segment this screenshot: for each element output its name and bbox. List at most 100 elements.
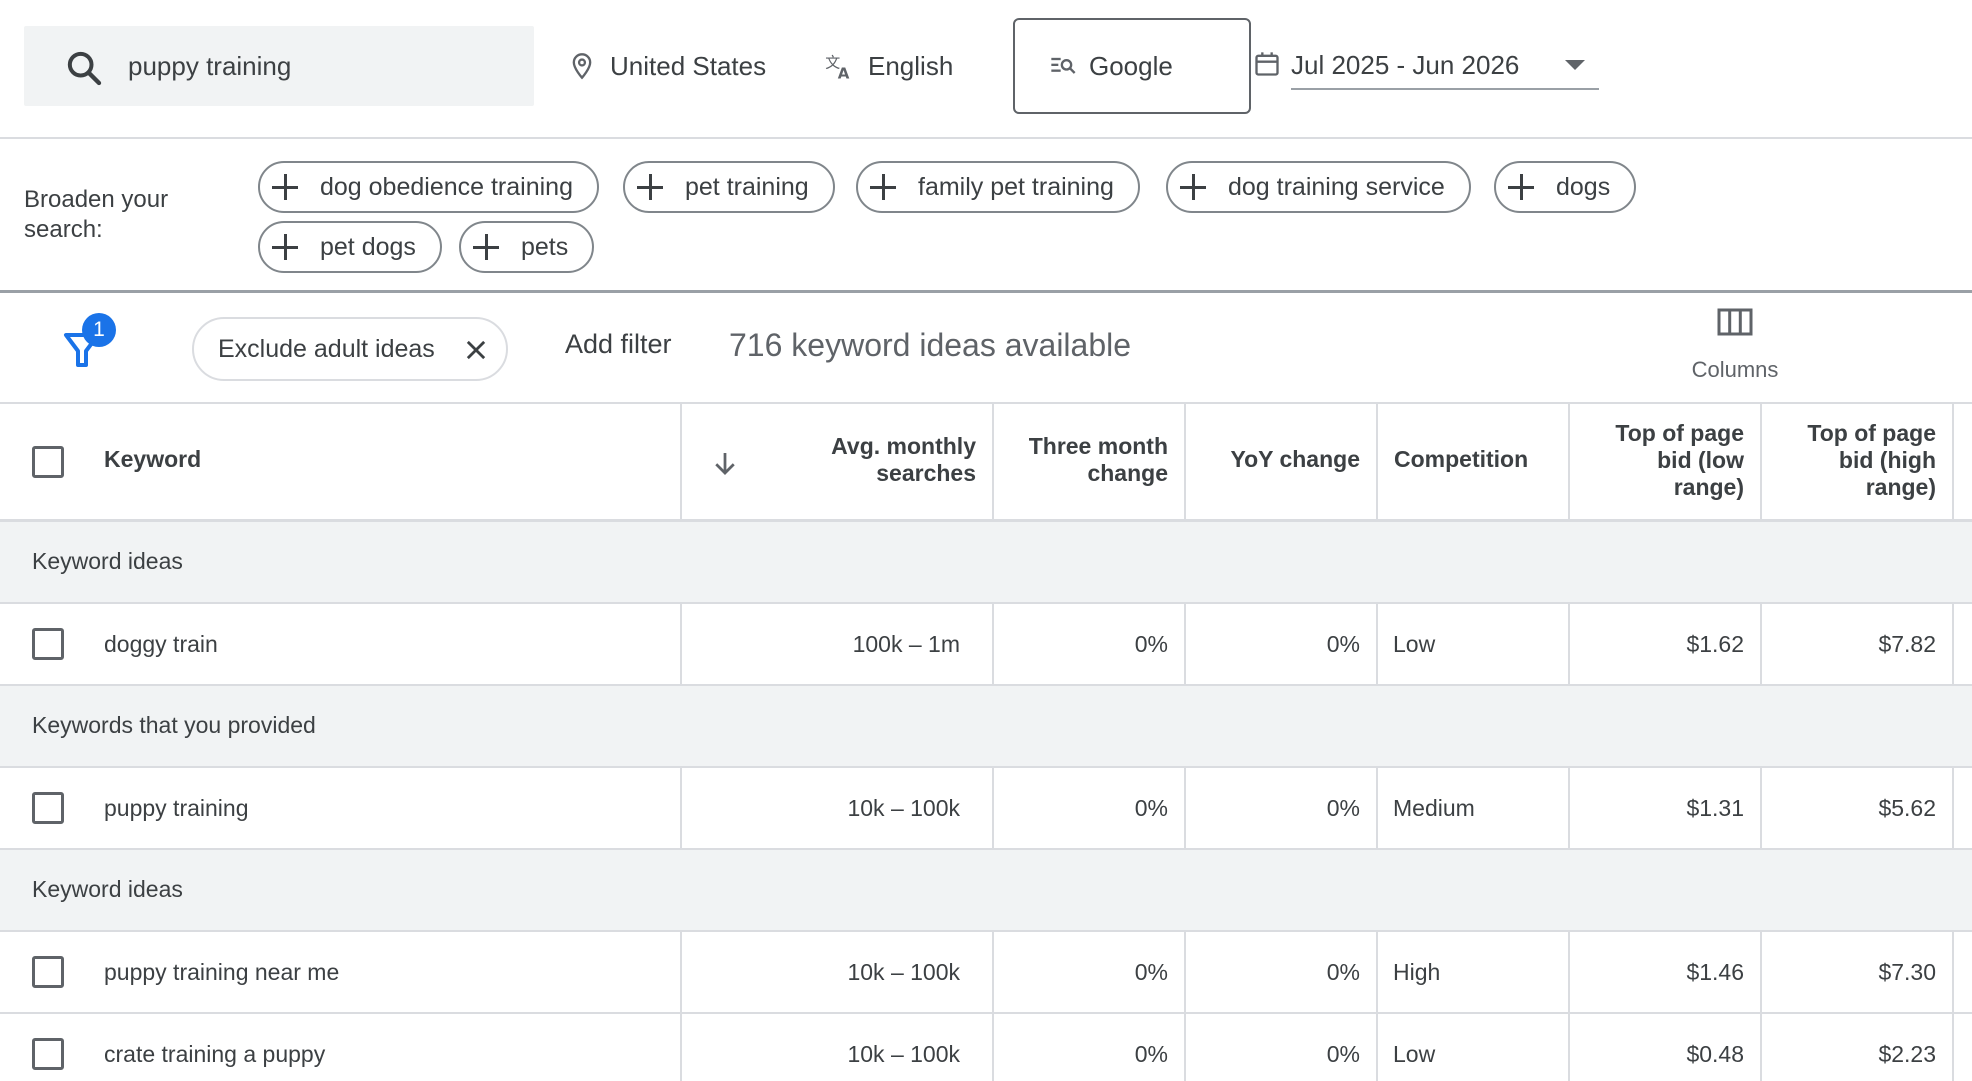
keyword-ideas-count: 716 keyword ideas available <box>729 327 1132 363</box>
search-icon <box>67 51 102 86</box>
plus-icon <box>1180 174 1206 200</box>
cell-bid-high: $5.62 <box>1878 795 1936 821</box>
add-filter-button[interactable]: Add filter <box>565 329 672 360</box>
header-competition[interactable]: Competition <box>1376 404 1568 519</box>
translate-icon: 文 A <box>825 53 850 82</box>
cell-bid-low: $0.48 <box>1686 1041 1744 1067</box>
header-yoy-change[interactable]: YoY change <box>1184 404 1376 519</box>
search-network-icon <box>1051 57 1076 74</box>
language-selector[interactable]: 文 A English <box>824 40 953 92</box>
header-bid-low[interactable]: Top of page bid (low range) <box>1568 404 1760 519</box>
cell-yoy: 0% <box>1326 631 1360 657</box>
broaden-chip[interactable]: dogs <box>1494 161 1637 213</box>
cell-competition: High <box>1393 959 1441 985</box>
cell-yoy: 0% <box>1326 795 1360 821</box>
cell-bid-low: $1.46 <box>1686 959 1744 985</box>
table-row[interactable]: crate training a puppy 10k – 100k 0% 0% … <box>0 1014 1972 1081</box>
chip-label: dogs <box>1556 172 1611 201</box>
dropdown-arrow-icon[interactable] <box>1565 60 1585 70</box>
chip-label: pet training <box>685 172 809 201</box>
header-avg-monthly-searches[interactable]: Avg. monthly searches <box>680 404 992 519</box>
cell-competition: Low <box>1393 1041 1436 1067</box>
columns-label: Columns <box>1691 357 1779 382</box>
cell-bid-high: $2.23 <box>1878 1041 1936 1067</box>
exclude-chip-label: Exclude adult ideas <box>218 334 435 363</box>
row-checkbox[interactable] <box>32 792 64 824</box>
group-header-row: Keyword ideas <box>0 522 1972 604</box>
cell-yoy: 0% <box>1326 1041 1360 1067</box>
cell-competition: Low <box>1393 631 1436 657</box>
svg-text:A: A <box>838 65 850 82</box>
keyword-table: Keyword Avg. monthly searches Three mont… <box>0 404 1972 1081</box>
cell-bid-high: $7.30 <box>1878 959 1936 985</box>
row-checkbox[interactable] <box>32 956 64 988</box>
cell-keyword: puppy training <box>104 795 249 821</box>
broaden-chip[interactable]: pet training <box>623 161 835 213</box>
cell-three-month: 0% <box>1134 959 1168 985</box>
broaden-chip[interactable]: dog obedience training <box>258 161 599 213</box>
chip-label: pet dogs <box>320 232 416 261</box>
search-input[interactable] <box>128 44 508 88</box>
group-header-row: Keyword ideas <box>0 850 1972 932</box>
plus-icon <box>473 234 499 260</box>
calendar-icon <box>1255 52 1279 76</box>
group-header-row: Keywords that you provided <box>0 686 1972 768</box>
location-selector[interactable]: United States <box>568 40 766 92</box>
chip-label: dog training service <box>1228 172 1445 201</box>
plus-icon <box>637 174 663 200</box>
cell-bid-low: $1.62 <box>1686 631 1744 657</box>
plus-icon <box>870 174 896 200</box>
search-network-selector[interactable]: Google <box>1013 18 1251 114</box>
broaden-label: Broaden your search: <box>24 186 169 243</box>
date-range-label: Jul 2025 - Jun 2026 <box>1291 50 1520 80</box>
cell-avg-monthly: 10k – 100k <box>847 795 960 821</box>
plus-icon <box>1508 174 1534 200</box>
broaden-chip[interactable]: dog training service <box>1166 161 1471 213</box>
location-pin-icon <box>572 53 592 80</box>
cell-three-month: 0% <box>1134 795 1168 821</box>
cell-competition: Medium <box>1393 795 1475 821</box>
broaden-search-section: Broaden your search: dog obedience train… <box>0 139 1972 293</box>
date-range-selector[interactable]: Jul 2025 - Jun 2026 <box>1251 40 1601 92</box>
group-label: Keyword ideas <box>32 548 183 574</box>
group-label: Keywords that you provided <box>32 712 316 738</box>
broaden-chip[interactable]: pet dogs <box>258 221 442 273</box>
cell-bid-high: $7.82 <box>1878 631 1936 657</box>
filter-toolbar: 1 Exclude adult ideas Add filter 716 key… <box>0 293 1972 404</box>
chip-label: pets <box>521 232 569 261</box>
close-icon[interactable] <box>462 336 490 364</box>
header-bid-high[interactable]: Top of page bid (high range) <box>1760 404 1952 519</box>
search-box[interactable] <box>24 26 534 106</box>
header-keyword[interactable]: Keyword <box>104 404 304 519</box>
table-row[interactable]: puppy training near me 10k – 100k 0% 0% … <box>0 932 1972 1014</box>
chip-label: family pet training <box>918 172 1114 201</box>
cell-avg-monthly: 10k – 100k <box>847 1041 960 1067</box>
top-search-bar: United States 文 A English Google <box>0 0 1972 139</box>
broaden-chip[interactable]: family pet training <box>856 161 1140 213</box>
cell-avg-monthly: 10k – 100k <box>847 959 960 985</box>
columns-icon <box>1717 308 1753 336</box>
cell-three-month: 0% <box>1134 1041 1168 1067</box>
location-label: United States <box>610 50 767 81</box>
header-next-column <box>1952 404 1972 519</box>
network-label: Google <box>1089 50 1173 81</box>
group-label: Keyword ideas <box>32 876 183 902</box>
cell-yoy: 0% <box>1326 959 1360 985</box>
filter-count-badge: 1 <box>82 313 116 347</box>
broaden-chip[interactable]: pets <box>459 221 595 273</box>
select-all-checkbox[interactable] <box>32 446 64 478</box>
table-row[interactable]: puppy training 10k – 100k 0% 0% Medium $… <box>0 768 1972 850</box>
plus-icon <box>272 234 298 260</box>
exclude-adult-ideas-chip[interactable]: Exclude adult ideas <box>192 317 508 381</box>
cell-keyword: puppy training near me <box>104 959 340 985</box>
header-three-month-change[interactable]: Three month change <box>992 404 1184 519</box>
sort-arrow-down-icon[interactable] <box>710 448 740 478</box>
row-checkbox[interactable] <box>32 628 64 660</box>
plus-icon <box>272 174 298 200</box>
columns-button[interactable]: Columns <box>1660 307 1810 391</box>
language-label: English <box>868 50 954 81</box>
cell-three-month: 0% <box>1134 631 1168 657</box>
table-header: Keyword Avg. monthly searches Three mont… <box>0 404 1972 522</box>
table-row[interactable]: doggy train 100k – 1m 0% 0% Low $1.62 $7… <box>0 604 1972 686</box>
row-checkbox[interactable] <box>32 1038 64 1070</box>
